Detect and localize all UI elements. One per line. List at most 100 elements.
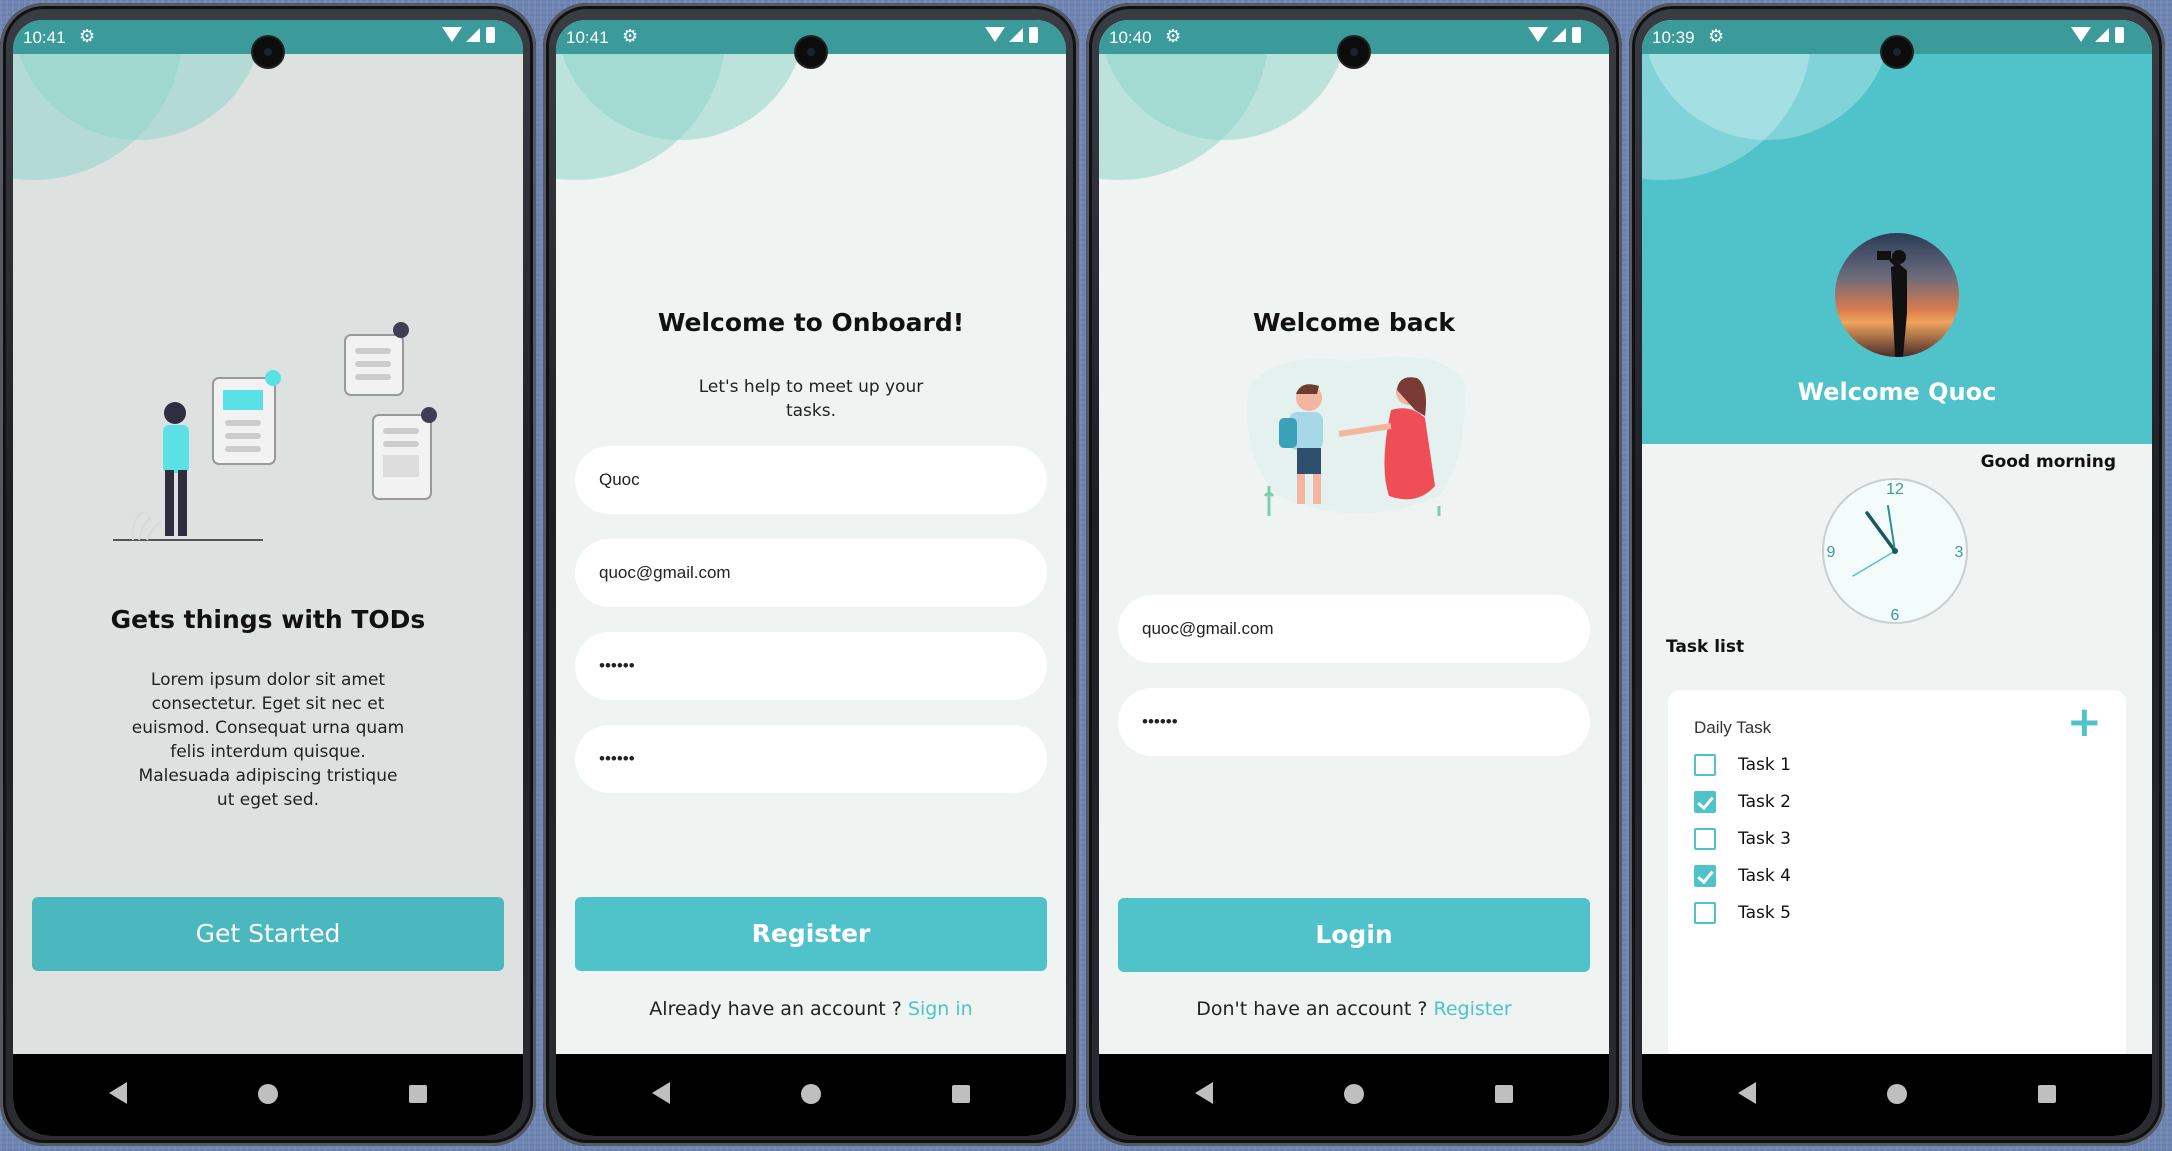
back-icon[interactable]: [109, 1082, 127, 1104]
signal-icon: [1009, 27, 1023, 42]
password-input[interactable]: [575, 632, 1047, 700]
signal-icon: [2095, 27, 2109, 42]
nav-bar: [13, 1054, 523, 1136]
register-prompt: Don't have an account ? Register: [1099, 998, 1609, 1020]
tasks-screen: 10:39 ⚙ Welcome Quoc Good morning 12 3 6…: [1642, 20, 2152, 1136]
parent-child-illustration: [1247, 356, 1465, 516]
clock-number-12: 12: [1886, 481, 1904, 498]
phone-onboarding: 10:41 ⚙ Gets things with TODs Lorem ipsu…: [0, 3, 536, 1146]
login-screen: 10:40 ⚙ Welcome back Login: [1099, 20, 1609, 1136]
status-icons: [1528, 26, 1581, 44]
get-started-button[interactable]: Get Started: [32, 897, 504, 971]
register-title: Welcome to Onboard!: [657, 308, 965, 337]
register-link[interactable]: Register: [1434, 998, 1512, 1020]
name-input[interactable]: [575, 446, 1047, 514]
photographer-silhouette: [1877, 250, 1907, 357]
back-icon[interactable]: [1738, 1082, 1756, 1104]
settings-gear-icon: ⚙: [1708, 26, 1725, 46]
nav-bar: [1642, 1054, 2152, 1136]
recent-apps-icon[interactable]: [2038, 1085, 2056, 1103]
battery-icon: [486, 26, 495, 43]
onboarding-title: Gets things with TODs: [110, 605, 426, 634]
email-input[interactable]: [1118, 595, 1590, 663]
register-button[interactable]: Register: [575, 897, 1047, 971]
clock-number-6: 6: [1891, 607, 1900, 624]
wifi-icon: [2071, 27, 2091, 43]
email-input[interactable]: [575, 539, 1047, 607]
home-icon[interactable]: [1887, 1084, 1907, 1104]
password-input[interactable]: [1118, 688, 1590, 756]
task-label: Task 4: [1738, 866, 1791, 886]
task-label: Task 5: [1738, 903, 1791, 923]
onboarding-description: Lorem ipsum dolor sit amet consectetur. …: [131, 670, 405, 810]
front-camera: [796, 37, 826, 67]
signin-prompt-text: Already have an account ?: [649, 998, 908, 1020]
task-label: Task 3: [1738, 829, 1791, 849]
task-checkbox[interactable]: [1694, 791, 1716, 813]
confirm-password-input[interactable]: [575, 725, 1047, 793]
back-icon[interactable]: [1195, 1082, 1213, 1104]
task-list-heading: Task list: [1666, 637, 1745, 657]
add-task-plus-icon[interactable]: +: [2067, 698, 2102, 746]
status-time: 10:39: [1652, 28, 1695, 47]
daily-task-title: Daily Task: [1694, 718, 1772, 737]
recent-apps-icon[interactable]: [952, 1085, 970, 1103]
front-camera: [253, 37, 283, 67]
battery-icon: [2115, 26, 2124, 43]
login-button[interactable]: Login: [1118, 898, 1590, 972]
battery-icon: [1572, 26, 1581, 43]
phone-login: 10:40 ⚙ Welcome back Login: [1086, 3, 1622, 1146]
settings-gear-icon: ⚙: [79, 26, 96, 46]
battery-icon: [1029, 26, 1038, 43]
todo-illustration: [113, 322, 437, 541]
wifi-icon: [985, 27, 1005, 43]
signal-icon: [466, 27, 480, 42]
task-row[interactable]: Task 4: [1694, 861, 1791, 891]
sign-in-link[interactable]: Sign in: [908, 998, 973, 1020]
wifi-icon: [1528, 27, 1548, 43]
settings-gear-icon: ⚙: [622, 26, 639, 46]
recent-apps-icon[interactable]: [1495, 1085, 1513, 1103]
home-icon[interactable]: [1344, 1084, 1364, 1104]
task-checkbox[interactable]: [1694, 754, 1716, 776]
clock-number-9: 9: [1827, 544, 1836, 561]
recent-apps-icon[interactable]: [409, 1085, 427, 1103]
nav-bar: [556, 1054, 1066, 1136]
phone-register: 10:41 ⚙ Welcome to Onboard! Let's help t…: [543, 3, 1079, 1146]
welcome-user-title: Welcome Quoc: [1797, 378, 1997, 406]
analog-clock: 12 3 6 9: [1822, 478, 1968, 624]
task-row[interactable]: Task 3: [1694, 824, 1791, 854]
signin-prompt: Already have an account ? Sign in: [556, 998, 1066, 1020]
status-icons: [442, 26, 495, 44]
settings-gear-icon: ⚙: [1165, 26, 1182, 46]
task-row[interactable]: Task 2: [1694, 787, 1791, 817]
status-time: 10:40: [1109, 28, 1152, 47]
avatar[interactable]: [1835, 233, 1959, 357]
signal-icon: [1552, 27, 1566, 42]
onboarding-screen: 10:41 ⚙ Gets things with TODs Lorem ipsu…: [13, 20, 523, 1136]
nav-bar: [1099, 1054, 1609, 1136]
register-subtitle: Let's help to meet up your tasks.: [698, 377, 924, 421]
home-icon[interactable]: [258, 1084, 278, 1104]
status-icons: [2071, 26, 2124, 44]
task-label: Task 2: [1738, 792, 1791, 812]
status-icons: [985, 26, 1038, 44]
back-icon[interactable]: [652, 1082, 670, 1104]
task-checkbox[interactable]: [1694, 902, 1716, 924]
status-time: 10:41: [23, 28, 66, 47]
daily-task-card: Daily Task + Task 1 Task 2 Task 3 Task 4…: [1668, 690, 2126, 1062]
task-checkbox[interactable]: [1694, 865, 1716, 887]
task-checkbox[interactable]: [1694, 828, 1716, 850]
register-screen: 10:41 ⚙ Welcome to Onboard! Let's help t…: [556, 20, 1066, 1136]
task-row[interactable]: Task 5: [1694, 898, 1791, 928]
home-icon[interactable]: [801, 1084, 821, 1104]
front-camera: [1339, 37, 1369, 67]
task-label: Task 1: [1738, 755, 1791, 775]
phone-tasks: 10:39 ⚙ Welcome Quoc Good morning 12 3 6…: [1629, 3, 2165, 1146]
clock-number-3: 3: [1955, 544, 1964, 561]
task-row[interactable]: Task 1: [1694, 750, 1791, 780]
greeting-text: Good morning: [1980, 452, 2116, 472]
status-time: 10:41: [566, 28, 609, 47]
register-prompt-text: Don't have an account ?: [1196, 998, 1434, 1020]
front-camera: [1882, 37, 1912, 67]
